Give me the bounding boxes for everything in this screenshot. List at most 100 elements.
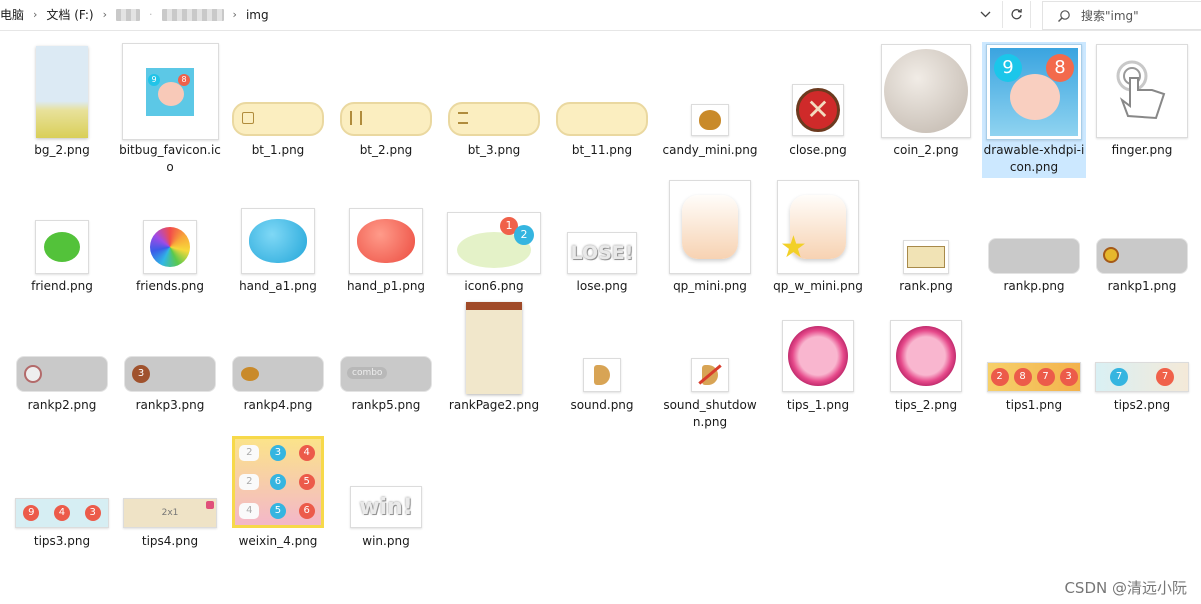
number-badge: 8	[1013, 368, 1032, 386]
file-name: bt_1.png	[251, 143, 305, 157]
file-name: sound.png	[570, 398, 634, 412]
number-badge: 4	[298, 445, 315, 462]
number-badge: 6	[298, 502, 315, 519]
file-thumbnail: LOSE!	[550, 230, 654, 274]
file-item[interactable]: win! win.png	[334, 436, 438, 556]
file-item[interactable]: candy_mini.png	[658, 40, 762, 180]
file-item[interactable]: 9 8 bitbug_favicon.ico	[118, 40, 222, 180]
file-thumbnail	[658, 358, 762, 392]
file-name: tips1.png	[1005, 398, 1063, 412]
refresh-button[interactable]	[1002, 1, 1031, 28]
file-item[interactable]: rankp2.png	[10, 300, 114, 440]
file-thumbnail	[874, 320, 978, 392]
file-thumbnail	[550, 100, 654, 136]
file-item[interactable]: coin_2.png	[874, 40, 978, 180]
file-name: bt_3.png	[467, 143, 521, 157]
file-name: rankp3.png	[135, 398, 205, 412]
file-item[interactable]: finger.png	[1090, 40, 1194, 180]
file-thumbnail	[226, 100, 330, 136]
number-badge: 3	[269, 445, 286, 462]
file-thumbnail: ✕	[766, 84, 870, 136]
file-item[interactable]: bg_2.png	[10, 40, 114, 180]
file-thumbnail	[10, 220, 114, 274]
number-badge: 9	[23, 505, 40, 521]
file-item[interactable]: 1 2 icon6.png	[442, 180, 546, 300]
file-item[interactable]: rankp1.png	[1090, 180, 1194, 300]
file-thumbnail	[658, 180, 762, 274]
refresh-icon	[1011, 8, 1022, 20]
file-item[interactable]: tips_1.png	[766, 300, 870, 440]
file-item[interactable]: 943 tips3.png	[10, 436, 114, 556]
file-item[interactable]: tips_2.png	[874, 300, 978, 440]
file-item[interactable]: rankPage2.png	[442, 300, 546, 440]
file-item[interactable]: friend.png	[10, 180, 114, 300]
file-item[interactable]: bt_11.png	[550, 40, 654, 180]
file-item-selected[interactable]: 9 8 drawable-xhdpi-icon.png	[982, 42, 1086, 178]
file-item[interactable]: sound.png	[550, 300, 654, 440]
search-placeholder: 搜索"img"	[1081, 9, 1139, 23]
file-name: friends.png	[135, 279, 204, 293]
breadcrumb-blurred-folder[interactable]	[116, 8, 141, 22]
search-box[interactable]: 搜索"img"	[1042, 1, 1201, 30]
file-thumbnail: 7 7	[1090, 362, 1194, 392]
file-thumbnail	[766, 320, 870, 392]
file-item[interactable]: ✕ close.png	[766, 40, 870, 180]
file-item[interactable]: qp_mini.png	[658, 180, 762, 300]
search-icon	[1058, 9, 1070, 22]
file-name: tips_1.png	[786, 398, 850, 412]
file-item[interactable]: bt_1.png	[226, 40, 330, 180]
file-name: candy_mini.png	[662, 143, 758, 157]
file-thumbnail: 3	[118, 356, 222, 392]
file-item[interactable]: LOSE! lose.png	[550, 180, 654, 300]
file-item[interactable]: 2x1 tips4.png	[118, 436, 222, 556]
file-item[interactable]: hand_p1.png	[334, 180, 438, 300]
address-history-button[interactable]	[972, 2, 998, 27]
file-thumbnail	[226, 208, 330, 274]
file-item[interactable]: combo rankp5.png	[334, 300, 438, 440]
file-thumbnail: win!	[334, 486, 438, 528]
file-name: qp_w_mini.png	[773, 279, 863, 293]
file-item[interactable]: friends.png	[118, 180, 222, 300]
breadcrumb-img[interactable]: img	[246, 8, 269, 22]
number-badge: 3	[1059, 368, 1078, 386]
file-item[interactable]: rankp.png	[982, 180, 1086, 300]
file-name: drawable-xhdpi-icon.png	[983, 143, 1085, 174]
file-name: coin_2.png	[893, 143, 959, 157]
file-thumbnail: 2x1	[118, 498, 222, 528]
file-item[interactable]: 2873 tips1.png	[982, 300, 1086, 440]
file-thumbnail	[334, 208, 438, 274]
file-item[interactable]: rank.png	[874, 180, 978, 300]
breadcrumb-this-pc[interactable]: 电脑	[0, 6, 24, 23]
breadcrumb-blurred-subfolder[interactable]	[161, 8, 224, 22]
file-thumbnail	[334, 100, 438, 136]
file-item[interactable]: bt_2.png	[334, 40, 438, 180]
file-name: rank.png	[899, 279, 953, 293]
file-item[interactable]: bt_3.png	[442, 40, 546, 180]
chevron-right-icon: ›	[102, 8, 108, 21]
file-item[interactable]: 234265456 weixin_4.png	[226, 436, 330, 556]
file-thumbnail: combo	[334, 356, 438, 392]
file-item[interactable]: sound_shutdown.png	[658, 300, 762, 440]
file-thumbnail	[1090, 236, 1194, 274]
file-name: rankp2.png	[27, 398, 97, 412]
file-name: hand_a1.png	[239, 279, 317, 293]
file-thumbnail	[874, 44, 978, 138]
file-thumbnail	[1090, 44, 1194, 138]
file-item[interactable]: 7 7 tips2.png	[1090, 300, 1194, 440]
file-name: qp_mini.png	[673, 279, 747, 293]
file-item[interactable]: hand_a1.png	[226, 180, 330, 300]
chevron-down-icon	[980, 11, 990, 18]
breadcrumb-drive[interactable]: 文档 (F:)	[46, 6, 93, 23]
number-badge: 4	[239, 502, 260, 519]
file-name: friend.png	[31, 279, 93, 293]
file-item[interactable]: ★ qp_w_mini.png	[766, 180, 870, 300]
file-name: bg_2.png	[34, 143, 90, 157]
file-item[interactable]: 3 rankp3.png	[118, 300, 222, 440]
file-name: rankp1.png	[1107, 279, 1177, 293]
file-name: icon6.png	[464, 279, 524, 293]
file-item[interactable]: rankp4.png	[226, 300, 330, 440]
breadcrumb[interactable]: 电脑 › 文档 (F:) › · › img	[0, 0, 269, 29]
chevron-right-icon: ›	[232, 8, 237, 21]
file-thumbnail	[874, 240, 978, 274]
file-name: tips2.png	[1113, 398, 1171, 412]
